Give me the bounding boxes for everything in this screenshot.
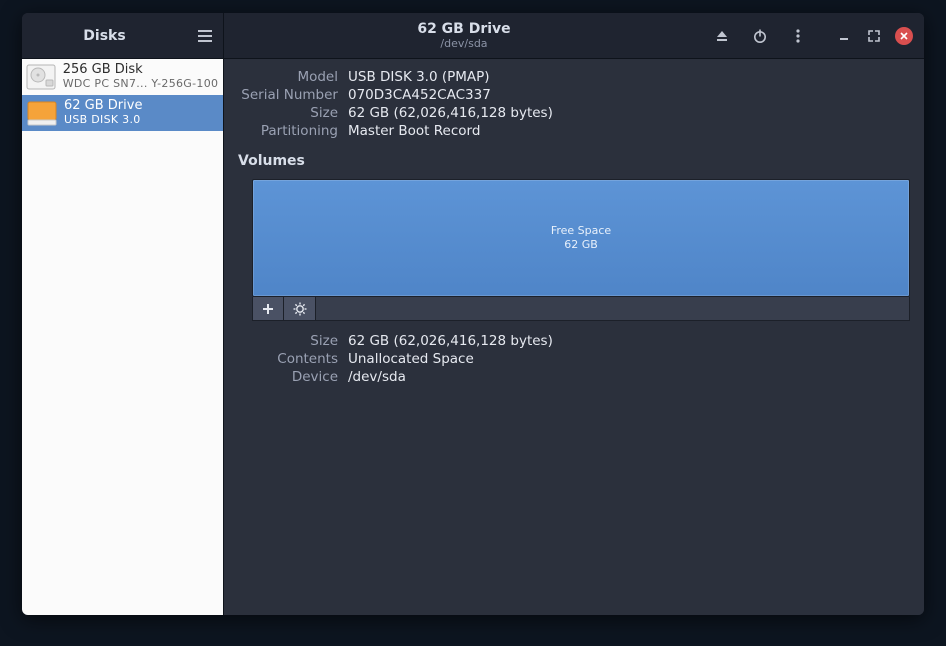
value-model: USB DISK 3.0 (PMAP) xyxy=(348,69,910,85)
drive-menu-button[interactable] xyxy=(780,13,816,59)
power-button[interactable] xyxy=(742,13,778,59)
sidebar-item-disk-0[interactable]: 256 GB Disk WDC PC SN7... Y-256G-1001 xyxy=(22,59,223,95)
vol-value-size: 62 GB (62,026,416,128 bytes) xyxy=(348,333,910,349)
plus-icon xyxy=(262,303,274,315)
headerbar-left: Disks xyxy=(22,13,224,58)
disk-subtitle: USB DISK 3.0 xyxy=(64,114,142,127)
sidebar-item-text: 256 GB Disk WDC PC SN7... Y-256G-1001 xyxy=(63,63,219,91)
maximize-button[interactable] xyxy=(860,13,888,59)
main-content: Model USB DISK 3.0 (PMAP) Serial Number … xyxy=(224,59,924,615)
disk-subtitle: WDC PC SN7... Y-256G-1001 xyxy=(63,78,219,91)
minimize-button[interactable] xyxy=(830,13,858,59)
close-icon xyxy=(895,27,913,45)
disk-title: 62 GB Drive xyxy=(64,99,142,114)
app-menu-button[interactable] xyxy=(187,13,223,59)
volume-block-title: Free Space xyxy=(551,224,611,238)
volume-toolbar xyxy=(252,297,910,321)
app-title: Disks xyxy=(22,28,187,44)
label-size: Size xyxy=(238,105,338,121)
volume-options-button[interactable] xyxy=(284,297,316,321)
drive-info: Model USB DISK 3.0 (PMAP) Serial Number … xyxy=(238,69,910,139)
hamburger-icon xyxy=(197,29,213,43)
drive-path: /dev/sda xyxy=(440,37,487,50)
sidebar: 256 GB Disk WDC PC SN7... Y-256G-1001 62… xyxy=(22,59,224,615)
body: 256 GB Disk WDC PC SN7... Y-256G-1001 62… xyxy=(22,59,924,615)
value-size: 62 GB (62,026,416,128 bytes) xyxy=(348,105,910,121)
label-partitioning: Partitioning xyxy=(238,123,338,139)
close-button[interactable] xyxy=(890,13,918,59)
vol-label-size: Size xyxy=(252,333,338,349)
gear-icon xyxy=(293,302,307,316)
volume-block-freespace[interactable]: Free Space 62 GB xyxy=(252,179,910,297)
value-partitioning: Master Boot Record xyxy=(348,123,910,139)
eject-icon xyxy=(714,28,730,44)
disk-title: 256 GB Disk xyxy=(63,63,219,78)
vol-label-contents: Contents xyxy=(252,351,338,367)
eject-button[interactable] xyxy=(704,13,740,59)
value-serial: 070D3CA452CAC337 xyxy=(348,87,910,103)
create-partition-button[interactable] xyxy=(252,297,284,321)
minimize-icon xyxy=(838,30,850,42)
vol-label-device: Device xyxy=(252,369,338,385)
label-serial: Serial Number xyxy=(238,87,338,103)
vol-value-contents: Unallocated Space xyxy=(348,351,910,367)
volumes-heading: Volumes xyxy=(238,153,910,169)
volume-toolbar-spacer xyxy=(316,297,910,321)
volume-info: Size 62 GB (62,026,416,128 bytes) Conten… xyxy=(252,333,910,385)
app-window: Disks 62 GB Drive /dev/sda xyxy=(22,13,924,615)
sidebar-item-disk-1[interactable]: 62 GB Drive USB DISK 3.0 xyxy=(22,95,223,131)
maximize-icon xyxy=(868,30,880,42)
headerbar-right xyxy=(704,13,924,58)
headerbar-center: 62 GB Drive /dev/sda xyxy=(224,13,704,58)
volume-block-size: 62 GB xyxy=(564,238,598,252)
volumes-wrap: Free Space 62 GB xyxy=(252,179,910,385)
usb-drive-icon xyxy=(26,99,58,127)
vol-value-device: /dev/sda xyxy=(348,369,910,385)
sidebar-item-text: 62 GB Drive USB DISK 3.0 xyxy=(64,99,142,127)
kebab-icon xyxy=(792,28,804,44)
headerbar: Disks 62 GB Drive /dev/sda xyxy=(22,13,924,59)
label-model: Model xyxy=(238,69,338,85)
hdd-icon xyxy=(26,63,57,91)
drive-title: 62 GB Drive xyxy=(417,21,510,38)
power-icon xyxy=(752,28,768,44)
